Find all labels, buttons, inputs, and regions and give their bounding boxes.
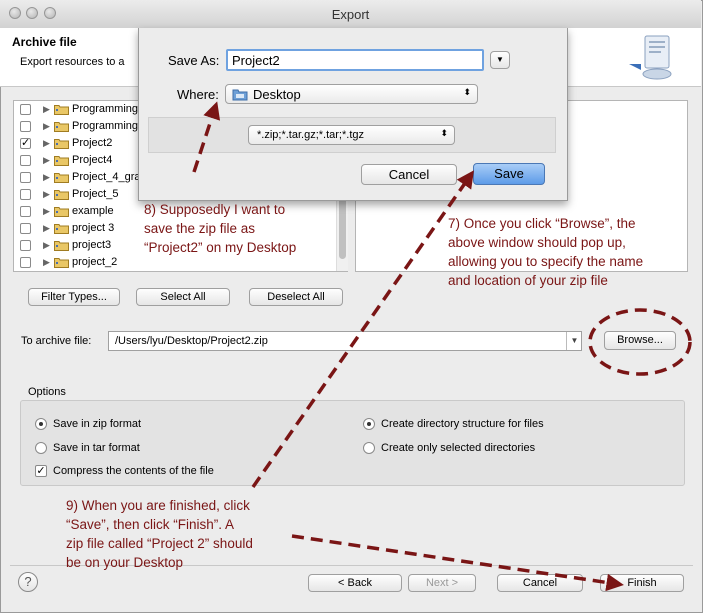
annotation-circle-browse <box>588 308 692 376</box>
annotation-step9: 9) When you are finished, click “Save”, … <box>66 496 253 572</box>
annotation-step9-line: zip file called “Project 2” should <box>66 536 253 551</box>
annotation-step7: 7) Once you click “Browse”, the above wi… <box>448 214 643 290</box>
annotation-arrow-step9-finish <box>291 534 624 592</box>
annotation-arrow-step8 <box>192 101 221 173</box>
annotation-step8-line: 8) Supposedly I want to <box>144 202 286 217</box>
annotation-step9-line: 9) When you are finished, click <box>66 498 250 513</box>
annotation-step7-line: and location of your zip file <box>448 273 608 288</box>
annotation-step7-line: allowing you to specify the name <box>448 254 644 269</box>
annotation-step7-line: 7) Once you click “Browse”, the <box>448 216 636 231</box>
annotation-step7-line: above window should pop up, <box>448 235 626 250</box>
annotation-step9-line: “Save”, then click “Finish”. A <box>66 517 235 532</box>
annotation-step8-line: save the zip file as <box>144 221 256 236</box>
annotation-step8: 8) Supposedly I want to save the zip fil… <box>144 200 296 257</box>
annotation-step8-line: “Project2” on my Desktop <box>144 240 297 255</box>
annotation-step9-line: be on your Desktop <box>66 555 184 570</box>
